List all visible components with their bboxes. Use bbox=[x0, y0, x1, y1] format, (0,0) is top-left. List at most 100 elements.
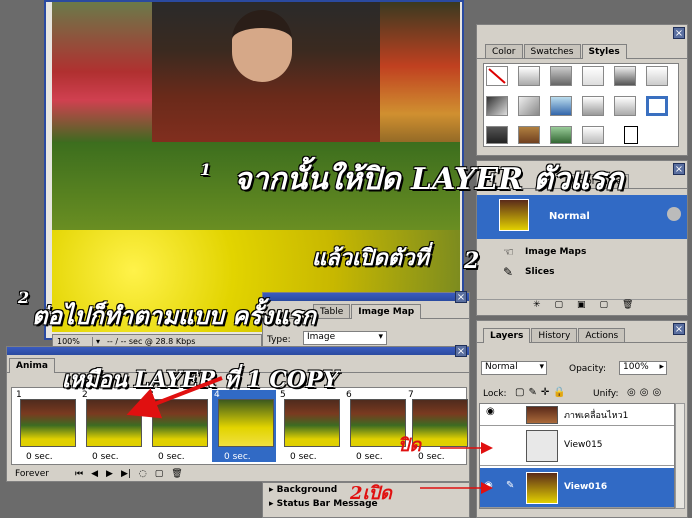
style-swatch[interactable] bbox=[646, 96, 668, 116]
tab-animation[interactable]: Anima bbox=[9, 358, 55, 373]
eye-icon-hidden[interactable] bbox=[486, 438, 500, 452]
chevron-down-icon: ▾ bbox=[378, 332, 383, 342]
frame-thumbnail bbox=[284, 399, 340, 447]
close-icon[interactable]: × bbox=[673, 323, 685, 335]
slices-item[interactable]: Slices bbox=[525, 267, 554, 277]
styles-tabbar: Color Swatches Styles bbox=[477, 41, 687, 59]
close-icon[interactable]: × bbox=[673, 163, 685, 175]
tab-table[interactable]: Table bbox=[313, 304, 351, 318]
layer-row[interactable]: ◉ ภาพเคลื่อนไหว1 bbox=[480, 404, 674, 426]
opacity-field[interactable]: 100% ▸ bbox=[619, 361, 667, 375]
frame-delay[interactable]: 0 sec. bbox=[158, 452, 185, 462]
unify-icons[interactable]: ◎◎◎ bbox=[627, 387, 665, 398]
style-swatch[interactable] bbox=[486, 96, 508, 116]
style-none[interactable] bbox=[486, 66, 508, 86]
layer-thumbnail bbox=[526, 406, 558, 424]
style-swatch[interactable] bbox=[614, 96, 636, 116]
zoom-field[interactable]: 100% bbox=[53, 336, 93, 346]
tab-history[interactable]: History bbox=[531, 328, 578, 342]
tween-icon[interactable]: ◌ bbox=[139, 469, 147, 479]
animation-frame[interactable]: 50 sec. bbox=[278, 390, 342, 462]
lock-icons[interactable]: ▢✎✛🔒 bbox=[515, 387, 570, 398]
style-swatch[interactable] bbox=[550, 66, 572, 86]
opacity-label: Opacity: bbox=[569, 364, 606, 374]
eye-icon[interactable]: ◉ bbox=[484, 480, 493, 491]
layer-name: View016 bbox=[564, 482, 608, 492]
new-frame-icon[interactable]: ▢ bbox=[155, 469, 164, 479]
frame-thumbnail bbox=[152, 399, 208, 447]
status-info: -- / -- sec @ 28.8 Kbps bbox=[107, 336, 196, 346]
play-icon[interactable]: ▶ bbox=[106, 469, 113, 479]
frame-thumbnail bbox=[218, 399, 274, 447]
style-swatch[interactable] bbox=[582, 96, 604, 116]
style-swatch[interactable] bbox=[518, 126, 540, 144]
animation-frame[interactable]: 30 sec. bbox=[146, 390, 210, 462]
blend-mode-value: Normal bbox=[485, 362, 518, 372]
next-frame-icon[interactable]: ▶| bbox=[121, 469, 131, 479]
type-label: Type: bbox=[267, 335, 291, 345]
animation-frame-selected[interactable]: 40 sec. bbox=[212, 390, 276, 462]
prev-frame-icon[interactable]: ◀ bbox=[91, 469, 98, 479]
animation-frame[interactable]: 10 sec. bbox=[14, 390, 78, 462]
frame-thumbnail bbox=[86, 399, 142, 447]
chevron-down-icon: ▾ bbox=[539, 362, 544, 372]
tab-actions[interactable]: Actions bbox=[578, 328, 626, 342]
image-maps-item[interactable]: Image Maps bbox=[525, 247, 586, 257]
blend-mode-select[interactable]: Normal ▾ bbox=[481, 361, 547, 375]
tab-color[interactable]: Color bbox=[485, 44, 523, 58]
step1-instruction: จากนั้นให้ปิด LAYER ตัวแรก bbox=[234, 162, 624, 197]
loop-select[interactable]: Forever bbox=[11, 469, 75, 479]
style-swatch[interactable] bbox=[550, 96, 572, 116]
close-icon[interactable]: × bbox=[455, 345, 467, 357]
first-frame-icon[interactable]: ⏮ bbox=[75, 469, 83, 479]
step2-number: 2 bbox=[18, 288, 30, 307]
unify-label: Unify: bbox=[593, 389, 619, 399]
style-swatch[interactable] bbox=[518, 66, 540, 86]
style-swatch[interactable] bbox=[486, 126, 508, 144]
layer-thumbnail bbox=[526, 430, 558, 462]
hand-icon: ☜ bbox=[503, 245, 514, 259]
tab-styles[interactable]: Styles bbox=[581, 44, 627, 59]
web-item[interactable]: ▸ Background bbox=[269, 485, 337, 495]
frame-delay[interactable]: 0 sec. bbox=[356, 452, 383, 462]
preset-thumbnail bbox=[499, 199, 529, 231]
delete-frame-icon[interactable]: 🗑 bbox=[171, 469, 182, 479]
open-annotation: 2เปิด bbox=[350, 483, 392, 504]
lock-label: Lock: bbox=[483, 389, 507, 399]
frame-delay[interactable]: 0 sec. bbox=[224, 452, 251, 462]
tab-swatches[interactable]: Swatches bbox=[523, 44, 581, 58]
frame-delay[interactable]: 0 sec. bbox=[26, 452, 53, 462]
style-swatch[interactable] bbox=[614, 66, 636, 86]
flower-garden-right bbox=[380, 2, 460, 162]
style-swatch[interactable] bbox=[582, 66, 604, 86]
brush-icon: ✎ bbox=[506, 480, 515, 491]
close-icon[interactable]: × bbox=[673, 27, 685, 39]
animation-frame[interactable]: 20 sec. bbox=[80, 390, 144, 462]
web-item-label: Background bbox=[276, 485, 338, 495]
flower-garden-left bbox=[52, 2, 152, 142]
options-icon[interactable] bbox=[667, 207, 681, 221]
style-swatch[interactable] bbox=[582, 126, 604, 144]
tab-layers[interactable]: Layers bbox=[483, 328, 531, 343]
close-icon[interactable]: × bbox=[455, 291, 467, 303]
layer-row[interactable]: View015 bbox=[480, 426, 674, 466]
layer-name: ภาพเคลื่อนไหว1 bbox=[564, 411, 629, 421]
style-swatch[interactable] bbox=[550, 126, 572, 144]
style-swatch[interactable] bbox=[646, 66, 668, 86]
frame-delay[interactable]: 0 sec. bbox=[92, 452, 119, 462]
tab-image-map[interactable]: Image Map bbox=[351, 304, 422, 319]
frame-delay[interactable]: 0 sec. bbox=[418, 452, 445, 462]
close-annotation: ปิด bbox=[398, 435, 422, 456]
chevron-down-icon[interactable]: ▾ bbox=[93, 337, 103, 346]
layers-scrollbar[interactable] bbox=[675, 403, 685, 509]
frame-delay[interactable]: 0 sec. bbox=[290, 452, 317, 462]
eye-icon[interactable]: ◉ bbox=[486, 406, 495, 417]
frame-thumbnail bbox=[20, 399, 76, 447]
layer-row-selected[interactable]: ◉ ✎ View016 bbox=[480, 468, 674, 508]
man-head bbox=[232, 10, 292, 82]
style-swatch[interactable] bbox=[518, 96, 540, 116]
step2b-instruction: เหมือน LAYER ที่ 1 COPY bbox=[62, 367, 339, 393]
step1b-number: 2 bbox=[464, 248, 480, 274]
layers-panel: × Layers History Actions Normal ▾ Opacit… bbox=[476, 320, 688, 518]
layers-tabbar: Layers History Actions bbox=[477, 325, 687, 343]
